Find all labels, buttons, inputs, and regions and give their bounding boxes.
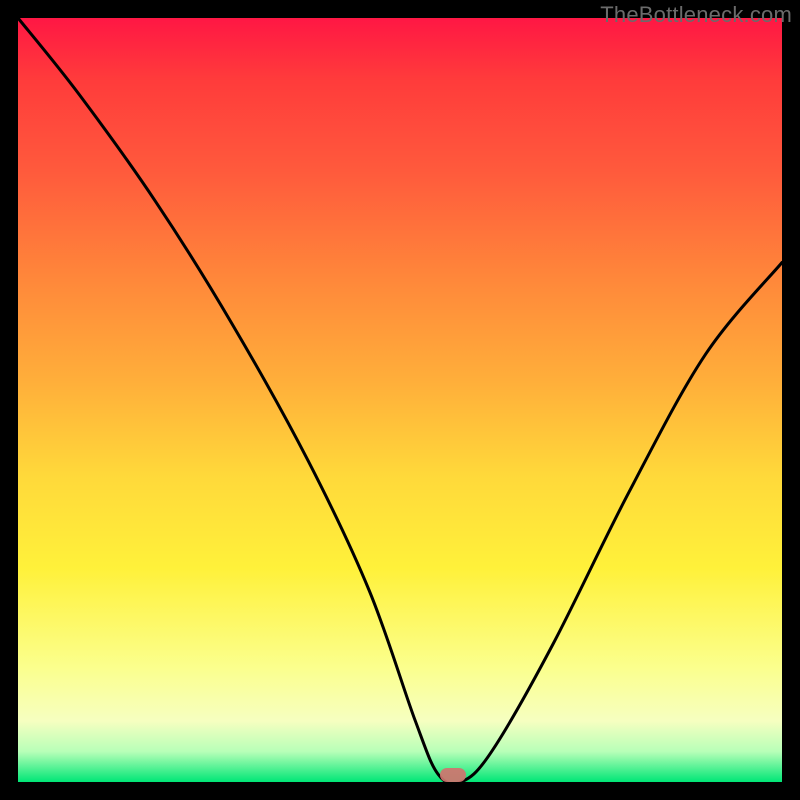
watermark-label: TheBottleneck.com <box>600 2 792 28</box>
optimal-marker <box>440 768 466 782</box>
bottleneck-curve <box>18 18 782 782</box>
chart-frame: TheBottleneck.com <box>0 0 800 800</box>
plot-area <box>18 18 782 782</box>
